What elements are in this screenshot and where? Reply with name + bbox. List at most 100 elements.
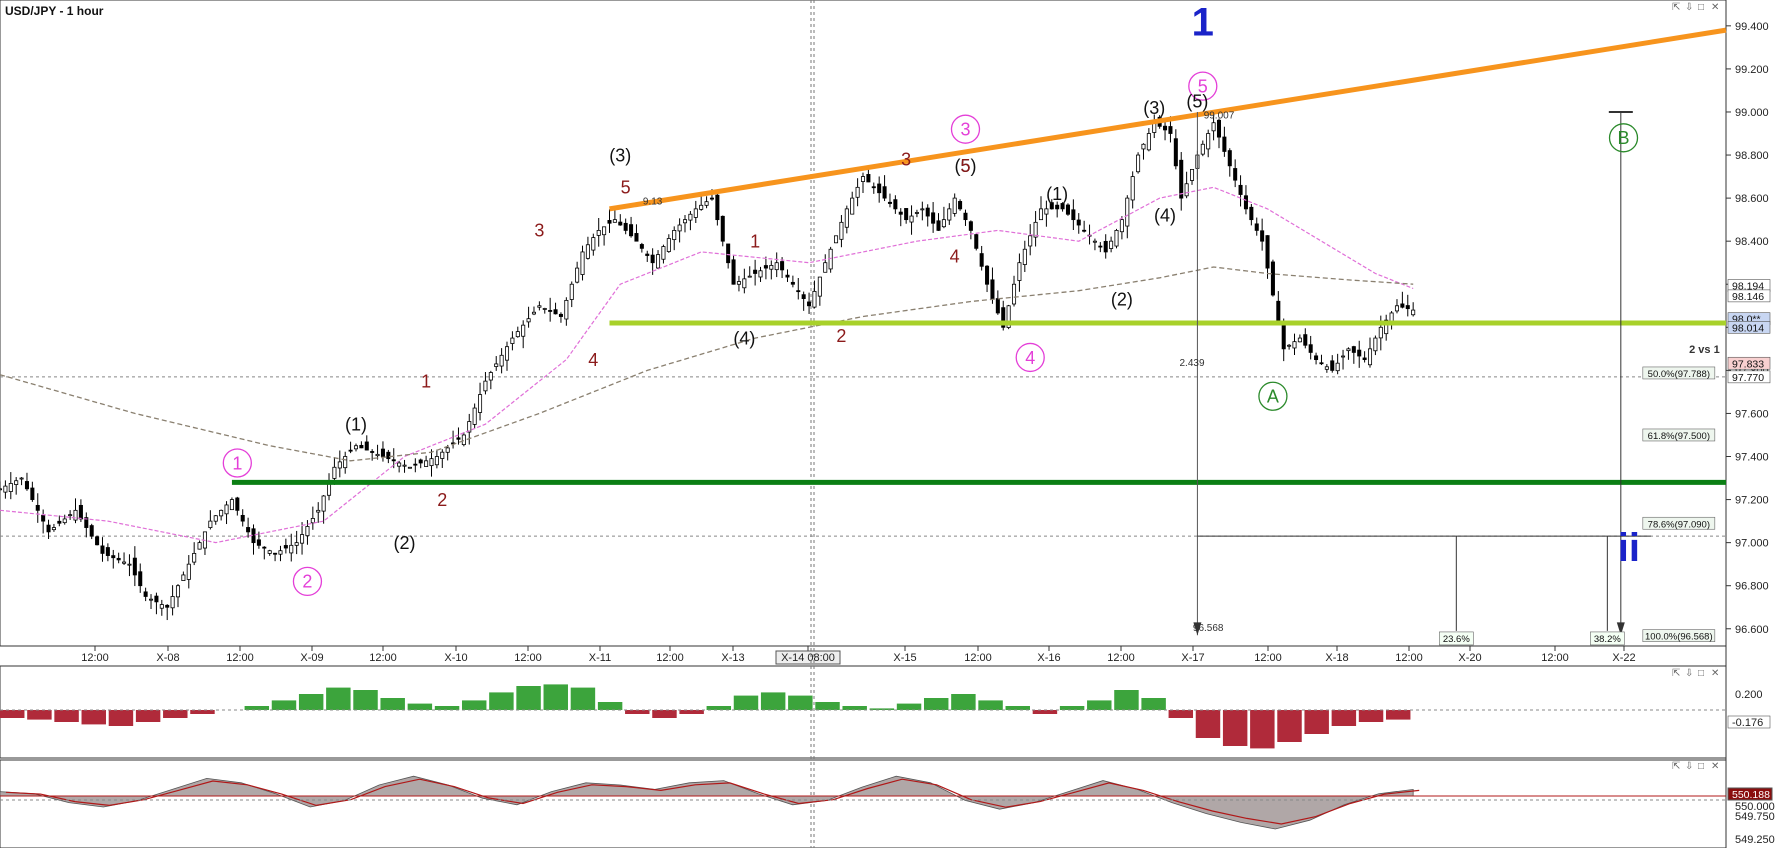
bull-candle — [321, 495, 326, 512]
pane-button[interactable]: ✕ — [1711, 761, 1719, 772]
bull-candle — [424, 460, 429, 467]
pane-button[interactable]: ⇩ — [1685, 2, 1693, 13]
bull-candle — [68, 514, 73, 517]
bull-candle — [300, 534, 305, 544]
bull-candle — [823, 262, 828, 273]
bull-candle — [1297, 337, 1302, 343]
bull-candle — [1287, 344, 1292, 347]
bear-candle — [138, 571, 143, 587]
pane-button[interactable]: ⇱ — [1672, 668, 1680, 679]
bear-candle — [89, 525, 94, 537]
bear-candle — [46, 524, 51, 533]
bull-candle — [267, 550, 272, 554]
wave-label-darkred: 2 — [437, 490, 447, 510]
bull-candle — [192, 553, 197, 563]
bear-candle — [904, 208, 909, 221]
bear-candle — [1243, 195, 1248, 210]
bear-candle — [1351, 346, 1356, 353]
bull-candle — [769, 264, 774, 270]
histogram-bar-negative — [679, 710, 704, 714]
pane-button[interactable]: □ — [1698, 2, 1704, 13]
wave-label-black: (1) — [1046, 184, 1068, 204]
bull-candle — [699, 204, 704, 210]
x-tick-label: X-20 — [1458, 652, 1481, 664]
pane-button[interactable]: ✕ — [1711, 2, 1719, 13]
bear-candle — [780, 261, 785, 271]
bull-candle — [812, 291, 817, 308]
bull-candle — [494, 363, 499, 367]
bull-candle — [672, 230, 677, 241]
bear-candle — [1249, 206, 1254, 221]
bear-candle — [1055, 204, 1060, 210]
x-tick-label: X-08 — [156, 652, 179, 664]
bull-candle — [310, 518, 315, 524]
bull-candle — [564, 299, 569, 320]
bull-candle — [73, 509, 78, 521]
histogram-bar-negative — [27, 710, 52, 720]
pane-button[interactable]: □ — [1698, 761, 1704, 772]
bull-candle — [1206, 133, 1211, 150]
x-tick-label: 12:00 — [369, 652, 397, 664]
bear-candle — [801, 294, 806, 299]
bear-candle — [30, 487, 35, 500]
wave-label-black: (4) — [1154, 206, 1176, 226]
histogram-bar-positive — [298, 694, 324, 710]
histogram-bar-negative — [1032, 710, 1058, 714]
histogram-bar-negative — [625, 710, 650, 714]
histogram-bar-negative — [1168, 710, 1194, 718]
bear-candle — [887, 201, 892, 204]
bear-candle — [866, 174, 871, 183]
histogram-bar-positive — [380, 698, 405, 710]
x-tick-label: 12:00 — [81, 652, 109, 664]
wave-label-magenta: 2 — [302, 572, 312, 592]
bull-candle — [612, 219, 617, 223]
bear-candle — [116, 557, 121, 561]
price-chart-svg[interactable]: 96.600 96.800 97.000 97.200 97.400 97.600 97.8… — [0, 0, 1781, 849]
bear-candle — [391, 459, 396, 462]
pane-button[interactable]: ⇩ — [1685, 761, 1693, 772]
bull-candle — [1190, 168, 1195, 181]
y-tick-label: 97.600 — [1735, 408, 1769, 420]
histogram-bar-positive — [570, 687, 596, 710]
histogram-bar-positive — [842, 706, 867, 710]
bear-candle — [963, 212, 968, 221]
x-tick-label: X-10 — [444, 652, 467, 664]
bear-candle — [763, 265, 768, 269]
bull-candle — [941, 219, 946, 228]
histogram-bar-negative — [135, 710, 161, 722]
bull-candle — [0, 488, 3, 491]
histogram-bar-negative — [1358, 710, 1384, 722]
bull-candle — [860, 176, 866, 182]
fib-label: 50.0%(97.788) — [1648, 369, 1710, 380]
pane-button[interactable]: ⇱ — [1672, 761, 1680, 772]
histogram-bar-negative — [1250, 710, 1275, 749]
bull-candle — [1017, 262, 1022, 281]
bull-candle — [1378, 326, 1383, 339]
bear-candle — [132, 557, 137, 576]
pane-button[interactable]: ✕ — [1711, 668, 1719, 679]
y-tick-label: 96.800 — [1735, 581, 1769, 593]
x-tick-label: X-13 — [721, 652, 744, 664]
bull-candle — [1411, 309, 1416, 316]
bull-candle — [1146, 133, 1151, 151]
bear-candle — [1314, 355, 1319, 361]
bear-candle — [1254, 223, 1259, 231]
bear-candle — [715, 194, 720, 221]
x-tick-label: X-17 — [1181, 652, 1204, 664]
bear-candle — [807, 301, 812, 307]
bull-candle — [1346, 348, 1351, 352]
bull-candle — [850, 197, 855, 215]
bear-candle — [1260, 230, 1265, 242]
pane-button[interactable]: ⇩ — [1685, 668, 1693, 679]
bull-candle — [1028, 235, 1033, 247]
histogram-bar-positive — [760, 692, 786, 710]
bear-candle — [246, 527, 251, 533]
pane-button[interactable]: ⇱ — [1672, 2, 1680, 13]
wave-label-magenta: 1 — [232, 453, 242, 473]
x-tick-label: 12:00 — [1254, 652, 1282, 664]
bull-candle — [343, 456, 348, 469]
y-tick-label: 99.000 — [1735, 107, 1769, 119]
pane-button[interactable]: □ — [1698, 668, 1704, 679]
histogram-bar-negative — [652, 710, 677, 718]
bear-candle — [262, 546, 267, 549]
